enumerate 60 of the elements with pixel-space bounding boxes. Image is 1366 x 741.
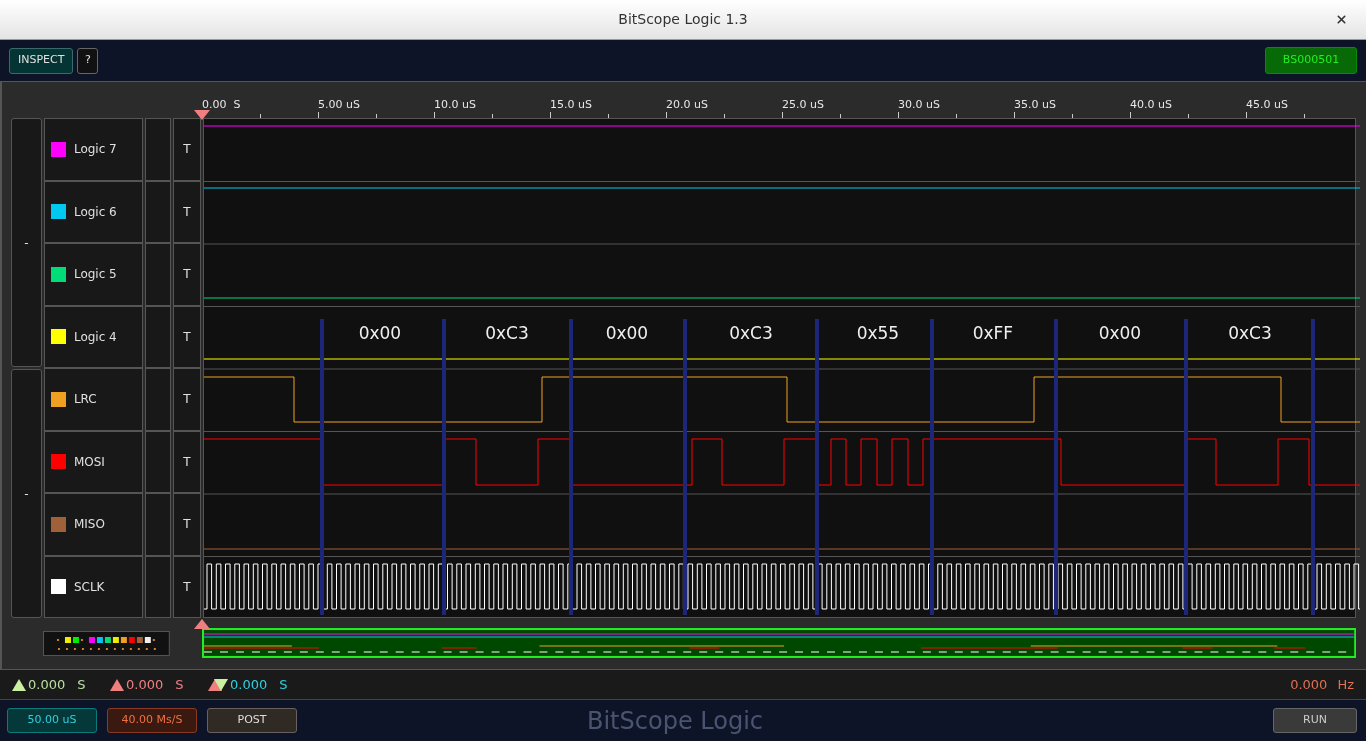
trigger-toggle[interactable]: T <box>172 493 201 556</box>
time-label: 15.0 uS <box>550 99 592 110</box>
time-label: 45.0 uS <box>1246 99 1288 110</box>
group-toggle[interactable]: - <box>11 118 42 367</box>
double-triangle-icon <box>208 678 228 691</box>
channel-label[interactable]: Logic 4 <box>43 305 143 368</box>
channel-label[interactable]: MOSI <box>43 430 143 493</box>
sample-rate-button[interactable]: 40.00 Ms/S <box>107 708 197 733</box>
channel-name: SCLK <box>73 578 105 596</box>
channel-label[interactable]: Logic 7 <box>43 118 143 181</box>
time-label: 35.0 uS <box>1014 99 1056 110</box>
triangle-up-icon <box>12 678 26 691</box>
cursor-readout: 0.000 <box>126 675 164 694</box>
channel-label[interactable]: SCLK <box>43 555 143 618</box>
channel-name: Logic 4 <box>73 328 117 346</box>
mode-button[interactable]: POST <box>207 708 297 733</box>
close-icon[interactable] <box>1335 13 1348 26</box>
channel-name: MISO <box>73 516 105 534</box>
channel-label[interactable]: MISO <box>43 493 143 556</box>
channel-label[interactable]: Logic 6 <box>43 180 143 243</box>
device-button[interactable]: BS000501 <box>1265 47 1357 74</box>
trigger-toggle[interactable]: T <box>172 180 201 243</box>
trigger-marker-icon[interactable] <box>194 619 210 629</box>
inspect-button[interactable]: INSPECT <box>9 47 74 74</box>
app-brand-text: BitScope Logic <box>587 705 764 737</box>
cursor-unit: S <box>279 675 288 694</box>
trigger-toggle[interactable]: T <box>172 430 201 493</box>
cursor-readout: 0.000 <box>28 675 66 694</box>
channel-name: Logic 7 <box>73 141 117 159</box>
time-label: 20.0 uS <box>666 99 708 110</box>
time-label: 10.0 uS <box>434 99 476 110</box>
cursor-unit: S <box>175 675 184 694</box>
help-button[interactable]: ? <box>77 47 99 74</box>
channel-name: LRC <box>73 391 97 409</box>
trigger-toggle[interactable]: T <box>172 305 201 368</box>
trigger-toggle[interactable]: T <box>172 118 201 181</box>
frequency-unit: Hz <box>1337 675 1354 694</box>
cursor-unit: S <box>77 675 86 694</box>
channel-name: Logic 6 <box>73 203 117 221</box>
trigger-toggle[interactable]: T <box>172 243 201 306</box>
time-label: 5.00 uS <box>318 99 360 110</box>
overview-drawing[interactable] <box>201 628 1356 658</box>
frequency-readout: 0.000 <box>1290 675 1328 694</box>
window-title: BitScope Logic 1.3 <box>618 10 748 29</box>
trigger-toggle[interactable]: T <box>172 368 201 431</box>
time-label: 0.00 S <box>202 99 241 110</box>
run-button[interactable]: RUN <box>1273 708 1357 733</box>
cursor-readout: 0.000 <box>230 675 268 694</box>
trigger-toggle[interactable]: T <box>172 555 201 618</box>
timebase-button[interactable]: 50.00 uS <box>7 708 97 733</box>
channel-name: MOSI <box>73 453 105 471</box>
channel-name: Logic 5 <box>73 266 117 284</box>
triangle-up-icon <box>110 678 124 691</box>
time-label: 30.0 uS <box>898 99 940 110</box>
channel-label[interactable]: LRC <box>43 368 143 431</box>
time-label: 25.0 uS <box>782 99 824 110</box>
time-label: 40.0 uS <box>1130 99 1172 110</box>
channel-label[interactable]: Logic 5 <box>43 243 143 306</box>
group-toggle[interactable]: - <box>11 369 42 618</box>
trigger-marker-icon[interactable] <box>194 110 210 120</box>
